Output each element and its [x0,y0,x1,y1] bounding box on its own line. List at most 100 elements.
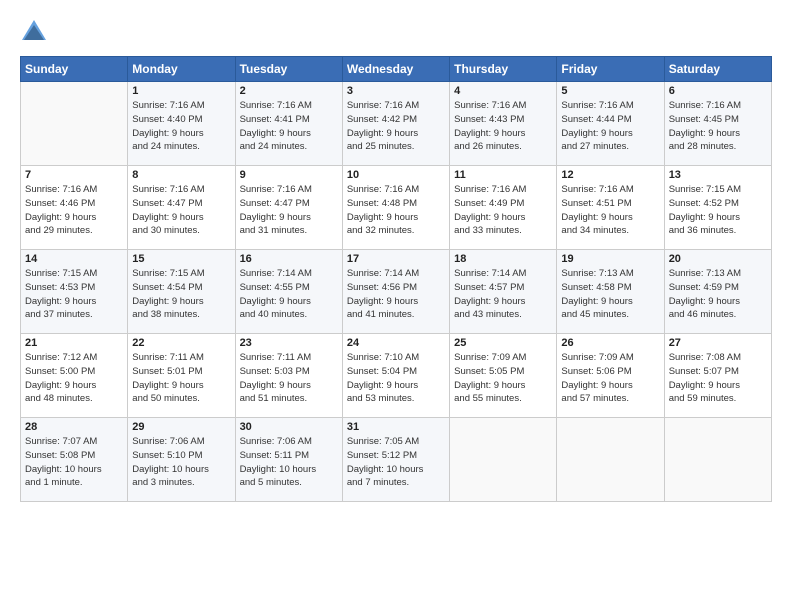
day-info: Sunrise: 7:16 AM Sunset: 4:47 PM Dayligh… [240,183,338,238]
calendar-week-row: 14 Sunrise: 7:15 AM Sunset: 4:53 PM Dayli… [21,250,772,334]
day-info: Sunrise: 7:16 AM Sunset: 4:46 PM Dayligh… [25,183,123,238]
calendar-cell: 19 Sunrise: 7:13 AM Sunset: 4:58 PM Dayli… [557,250,664,334]
calendar-cell: 31 Sunrise: 7:05 AM Sunset: 5:12 PM Dayli… [342,418,449,502]
calendar-cell: 8 Sunrise: 7:16 AM Sunset: 4:47 PM Daylig… [128,166,235,250]
day-info: Sunrise: 7:16 AM Sunset: 4:43 PM Dayligh… [454,99,552,154]
day-info: Sunrise: 7:09 AM Sunset: 5:06 PM Dayligh… [561,351,659,406]
day-info: Sunrise: 7:06 AM Sunset: 5:10 PM Dayligh… [132,435,230,490]
weekday-header-saturday: Saturday [664,57,771,82]
calendar-cell: 28 Sunrise: 7:07 AM Sunset: 5:08 PM Dayli… [21,418,128,502]
calendar-cell: 21 Sunrise: 7:12 AM Sunset: 5:00 PM Dayli… [21,334,128,418]
day-number: 29 [132,421,230,433]
day-number: 2 [240,85,338,97]
day-number: 4 [454,85,552,97]
calendar-cell: 26 Sunrise: 7:09 AM Sunset: 5:06 PM Dayli… [557,334,664,418]
day-info: Sunrise: 7:14 AM Sunset: 4:55 PM Dayligh… [240,267,338,322]
calendar-cell: 11 Sunrise: 7:16 AM Sunset: 4:49 PM Dayli… [450,166,557,250]
day-info: Sunrise: 7:14 AM Sunset: 4:56 PM Dayligh… [347,267,445,322]
weekday-header-thursday: Thursday [450,57,557,82]
day-number: 12 [561,169,659,181]
day-number: 16 [240,253,338,265]
day-info: Sunrise: 7:16 AM Sunset: 4:47 PM Dayligh… [132,183,230,238]
day-info: Sunrise: 7:16 AM Sunset: 4:48 PM Dayligh… [347,183,445,238]
calendar-week-row: 7 Sunrise: 7:16 AM Sunset: 4:46 PM Daylig… [21,166,772,250]
calendar-cell: 5Sunrise: 7:16 AM Sunset: 4:44 PM Daylig… [557,82,664,166]
calendar-page: SundayMondayTuesdayWednesdayThursdayFrid… [0,0,792,516]
day-number: 19 [561,253,659,265]
calendar-cell: 25 Sunrise: 7:09 AM Sunset: 5:05 PM Dayli… [450,334,557,418]
calendar-table: SundayMondayTuesdayWednesdayThursdayFrid… [20,56,772,502]
day-info: Sunrise: 7:05 AM Sunset: 5:12 PM Dayligh… [347,435,445,490]
day-number: 28 [25,421,123,433]
calendar-cell [664,418,771,502]
calendar-cell: 16 Sunrise: 7:14 AM Sunset: 4:55 PM Dayli… [235,250,342,334]
day-number: 24 [347,337,445,349]
weekday-header-monday: Monday [128,57,235,82]
calendar-cell: 4 Sunrise: 7:16 AM Sunset: 4:43 PM Daylig… [450,82,557,166]
calendar-cell: 6 Sunrise: 7:16 AM Sunset: 4:45 PM Daylig… [664,82,771,166]
day-info: Sunrise: 7:15 AM Sunset: 4:53 PM Dayligh… [25,267,123,322]
day-number: 3 [347,85,445,97]
day-info: Sunrise: 7:16 AM Sunset: 4:51 PM Dayligh… [561,183,659,238]
calendar-week-row: 1 Sunrise: 7:16 AM Sunset: 4:40 PM Daylig… [21,82,772,166]
day-number: 13 [669,169,767,181]
calendar-cell [21,82,128,166]
calendar-cell: 15Sunrise: 7:15 AM Sunset: 4:54 PM Dayli… [128,250,235,334]
day-info: Sunrise: 7:16 AM Sunset: 4:42 PM Dayligh… [347,99,445,154]
calendar-cell: 7 Sunrise: 7:16 AM Sunset: 4:46 PM Daylig… [21,166,128,250]
day-info: Sunrise: 7:12 AM Sunset: 5:00 PM Dayligh… [25,351,123,406]
calendar-cell: 23 Sunrise: 7:11 AM Sunset: 5:03 PM Dayli… [235,334,342,418]
calendar-cell: 17 Sunrise: 7:14 AM Sunset: 4:56 PM Dayli… [342,250,449,334]
day-info: Sunrise: 7:08 AM Sunset: 5:07 PM Dayligh… [669,351,767,406]
day-info: Sunrise: 7:09 AM Sunset: 5:05 PM Dayligh… [454,351,552,406]
day-info: Sunrise: 7:13 AM Sunset: 4:59 PM Dayligh… [669,267,767,322]
logo-icon [20,18,48,46]
calendar-week-row: 21 Sunrise: 7:12 AM Sunset: 5:00 PM Dayli… [21,334,772,418]
day-info: Sunrise: 7:11 AM Sunset: 5:01 PM Dayligh… [132,351,230,406]
day-number: 1 [132,85,230,97]
day-number: 17 [347,253,445,265]
logo [20,18,52,46]
calendar-cell: 9Sunrise: 7:16 AM Sunset: 4:47 PM Daylig… [235,166,342,250]
day-number: 25 [454,337,552,349]
calendar-cell: 27 Sunrise: 7:08 AM Sunset: 5:07 PM Dayli… [664,334,771,418]
day-number: 26 [561,337,659,349]
day-number: 10 [347,169,445,181]
calendar-cell: 2 Sunrise: 7:16 AM Sunset: 4:41 PM Daylig… [235,82,342,166]
day-info: Sunrise: 7:16 AM Sunset: 4:41 PM Dayligh… [240,99,338,154]
day-number: 31 [347,421,445,433]
day-info: Sunrise: 7:11 AM Sunset: 5:03 PM Dayligh… [240,351,338,406]
day-info: Sunrise: 7:15 AM Sunset: 4:54 PM Dayligh… [132,267,230,322]
calendar-week-row: 28 Sunrise: 7:07 AM Sunset: 5:08 PM Dayli… [21,418,772,502]
calendar-cell: 22 Sunrise: 7:11 AM Sunset: 5:01 PM Dayli… [128,334,235,418]
day-info: Sunrise: 7:07 AM Sunset: 5:08 PM Dayligh… [25,435,123,490]
day-info: Sunrise: 7:16 AM Sunset: 4:40 PM Dayligh… [132,99,230,154]
day-number: 27 [669,337,767,349]
day-info: Sunrise: 7:16 AM Sunset: 4:45 PM Dayligh… [669,99,767,154]
day-number: 14 [25,253,123,265]
weekday-header-sunday: Sunday [21,57,128,82]
day-number: 22 [132,337,230,349]
day-info: Sunrise: 7:16 AM Sunset: 4:44 PM Dayligh… [561,99,659,154]
weekday-header-tuesday: Tuesday [235,57,342,82]
calendar-cell: 10 Sunrise: 7:16 AM Sunset: 4:48 PM Dayli… [342,166,449,250]
day-info: Sunrise: 7:15 AM Sunset: 4:52 PM Dayligh… [669,183,767,238]
calendar-cell: 24Sunrise: 7:10 AM Sunset: 5:04 PM Dayli… [342,334,449,418]
day-number: 7 [25,169,123,181]
calendar-cell: 29 Sunrise: 7:06 AM Sunset: 5:10 PM Dayli… [128,418,235,502]
day-number: 6 [669,85,767,97]
weekday-header-row: SundayMondayTuesdayWednesdayThursdayFrid… [21,57,772,82]
day-info: Sunrise: 7:16 AM Sunset: 4:49 PM Dayligh… [454,183,552,238]
day-number: 23 [240,337,338,349]
day-number: 11 [454,169,552,181]
day-number: 8 [132,169,230,181]
day-number: 20 [669,253,767,265]
day-number: 30 [240,421,338,433]
calendar-cell: 30Sunrise: 7:06 AM Sunset: 5:11 PM Dayli… [235,418,342,502]
day-info: Sunrise: 7:13 AM Sunset: 4:58 PM Dayligh… [561,267,659,322]
calendar-cell: 14 Sunrise: 7:15 AM Sunset: 4:53 PM Dayli… [21,250,128,334]
calendar-cell [450,418,557,502]
calendar-cell: 13 Sunrise: 7:15 AM Sunset: 4:52 PM Dayli… [664,166,771,250]
calendar-cell: 18Sunrise: 7:14 AM Sunset: 4:57 PM Dayli… [450,250,557,334]
day-number: 21 [25,337,123,349]
